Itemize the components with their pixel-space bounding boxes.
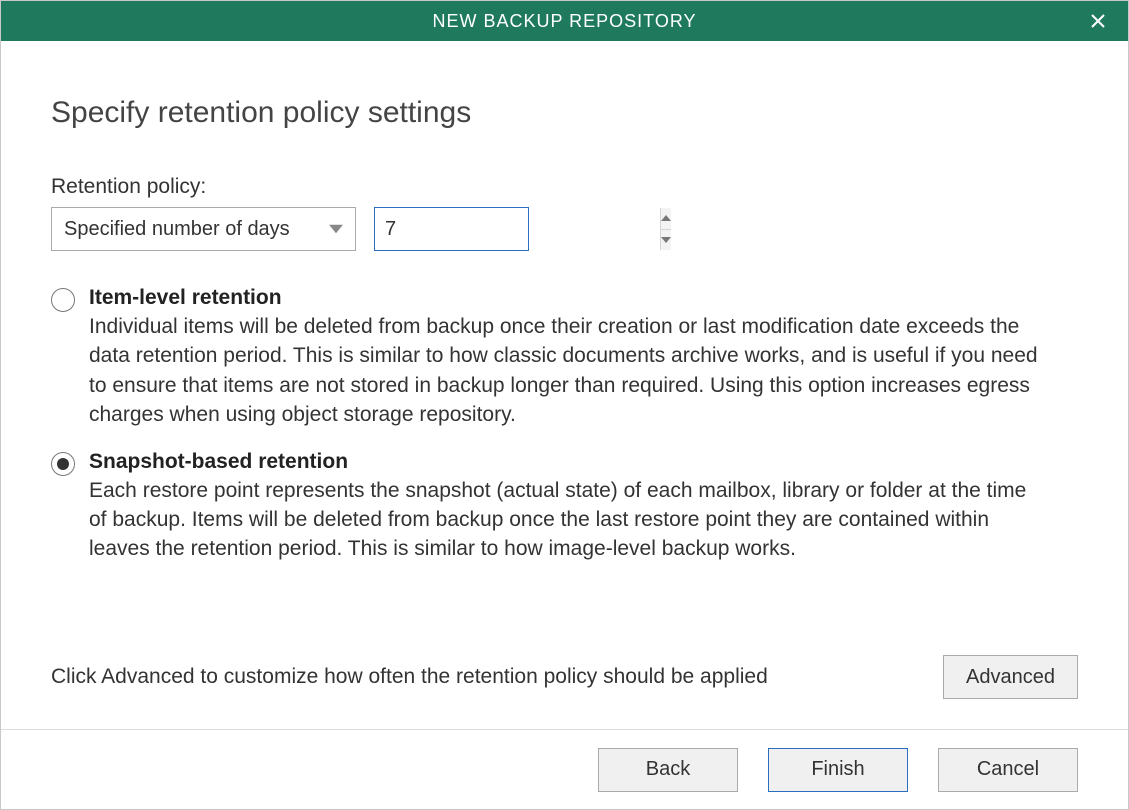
- radio-desc-item-level: Individual items will be deleted from ba…: [89, 312, 1049, 430]
- chevron-down-icon: [661, 236, 671, 244]
- radio-snapshot[interactable]: [51, 452, 75, 476]
- spinner-up-button[interactable]: [661, 208, 671, 230]
- close-icon: [1090, 13, 1106, 29]
- back-button[interactable]: Back: [598, 748, 738, 792]
- content-area: Specify retention policy settings Retent…: [1, 41, 1128, 729]
- retention-type-group: Item-level retention Individual items wi…: [51, 286, 1078, 564]
- radio-body-snapshot: Snapshot-based retention Each restore po…: [89, 450, 1078, 564]
- chevron-down-icon: [329, 222, 343, 236]
- advanced-row: Click Advanced to customize how often th…: [51, 655, 1078, 709]
- titlebar-title: NEW BACKUP REPOSITORY: [432, 11, 696, 32]
- radio-title-snapshot: Snapshot-based retention: [89, 450, 1078, 474]
- advanced-button[interactable]: Advanced: [943, 655, 1078, 699]
- spinner-down-button[interactable]: [661, 230, 671, 251]
- radio-option-item-level[interactable]: Item-level retention Individual items wi…: [51, 286, 1078, 430]
- radio-option-snapshot[interactable]: Snapshot-based retention Each restore po…: [51, 450, 1078, 564]
- advanced-hint: Click Advanced to customize how often th…: [51, 665, 768, 689]
- radio-item-level[interactable]: [51, 288, 75, 312]
- dropdown-value: Specified number of days: [64, 218, 290, 241]
- retention-days-spinner[interactable]: [374, 207, 529, 251]
- close-button[interactable]: [1078, 1, 1118, 41]
- footer: Back Finish Cancel: [1, 729, 1128, 809]
- retention-policy-dropdown[interactable]: Specified number of days: [51, 207, 356, 251]
- retention-policy-label: Retention policy:: [51, 175, 1078, 199]
- finish-button[interactable]: Finish: [768, 748, 908, 792]
- radio-desc-snapshot: Each restore point represents the snapsh…: [89, 476, 1049, 564]
- radio-body-item-level: Item-level retention Individual items wi…: [89, 286, 1078, 430]
- retention-days-input[interactable]: [375, 208, 660, 250]
- dialog-window: NEW BACKUP REPOSITORY Specify retention …: [0, 0, 1129, 810]
- radio-title-item-level: Item-level retention: [89, 286, 1078, 310]
- cancel-button[interactable]: Cancel: [938, 748, 1078, 792]
- titlebar: NEW BACKUP REPOSITORY: [1, 1, 1128, 41]
- chevron-up-icon: [661, 214, 671, 222]
- retention-policy-row: Specified number of days: [51, 207, 1078, 251]
- spinner-buttons: [660, 208, 671, 250]
- page-title: Specify retention policy settings: [51, 96, 1078, 130]
